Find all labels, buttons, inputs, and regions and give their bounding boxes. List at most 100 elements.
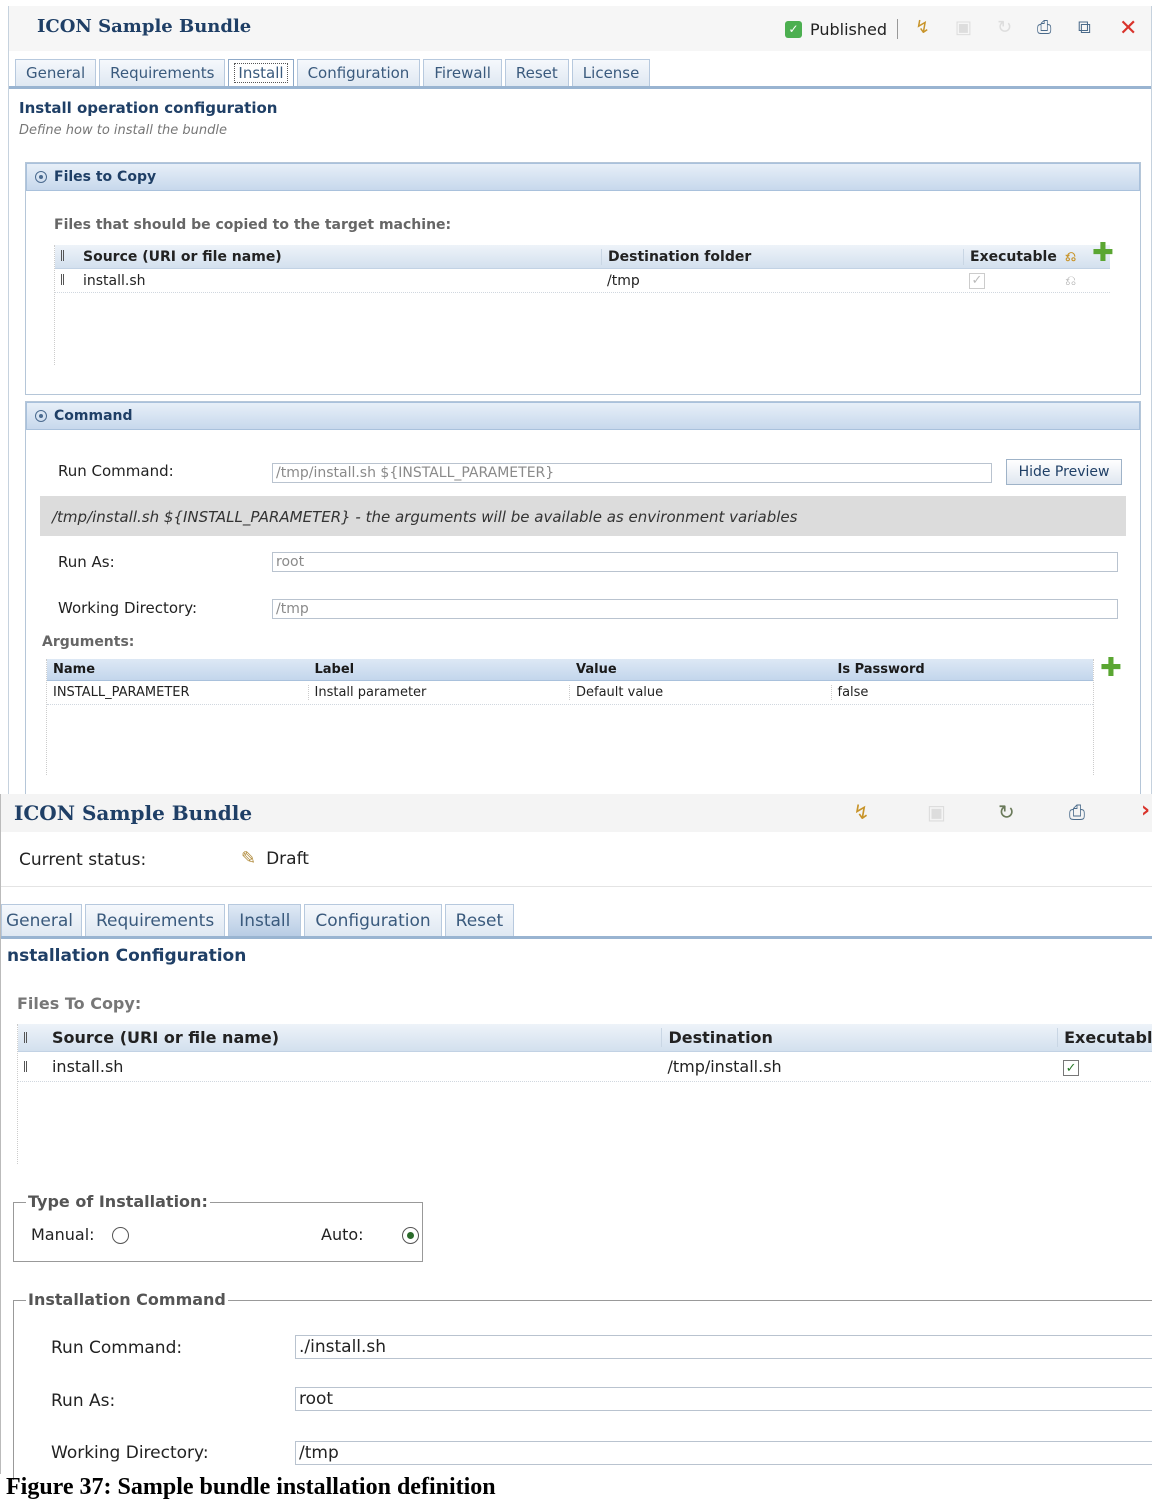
drag-handle-icon[interactable] — [24, 1061, 27, 1072]
command-preview: /tmp/install.sh ${INSTALL_PARAMETER} - t… — [40, 496, 1126, 536]
auto-radio[interactable] — [402, 1227, 420, 1244]
save-icon[interactable]: ▣ — [927, 800, 946, 824]
col-executable[interactable]: Executable — [1057, 1028, 1152, 1047]
top-tab-license[interactable]: License — [571, 59, 651, 86]
top-window: ICON Sample Bundle ✓ Published ↯ ▣ ↻ ⎙ ⧉… — [8, 6, 1152, 794]
remove-all-icon[interactable]: ⎌ — [1065, 249, 1076, 265]
bottom-tab-underline — [1, 936, 1152, 939]
top-section-title: Install operation configuration — [19, 99, 278, 117]
export-icon[interactable]: ⎙ — [1069, 800, 1085, 824]
arg-is-password: false — [837, 685, 869, 700]
bottom-tab-requirements[interactable]: Requirements — [85, 904, 226, 936]
drag-handle-icon[interactable] — [61, 273, 64, 285]
close-icon[interactable]: › — [1141, 798, 1150, 823]
manual-label: Manual: — [31, 1225, 95, 1244]
arg-name: INSTALL_PARAMETER — [47, 685, 309, 700]
add-file-icon[interactable]: ✚ — [1092, 240, 1114, 266]
status-separator — [1, 886, 1152, 887]
top-tab-firewall[interactable]: Firewall — [423, 59, 502, 86]
bottom-window: ICON Sample Bundle ↯ ▣ ↻ ⎙ › Current sta… — [0, 794, 1152, 1480]
current-status-label: Current status: — [19, 850, 147, 870]
type-legend: Type of Installation: — [26, 1192, 210, 1211]
bottom-tab-install[interactable]: Install — [228, 904, 302, 936]
col-destination[interactable]: Destination folder — [601, 248, 963, 265]
col-is-password[interactable]: Is Password — [832, 662, 1094, 677]
save-icon[interactable]: ▣ — [955, 17, 972, 38]
run-as-label: Run As: — [58, 553, 115, 571]
current-status: ✎ Draft — [241, 848, 309, 869]
file-row[interactable]: install.sh /tmp/install.sh ✓ — [18, 1052, 1152, 1082]
type-of-installation-fieldset: Type of Installation: Manual: Auto: — [13, 1192, 423, 1262]
top-tab-requirements[interactable]: Requirements — [99, 59, 226, 86]
redo-icon[interactable]: ↻ — [998, 800, 1015, 824]
installation-command-fieldset: Installation Command Run Command: ./inst… — [13, 1290, 1152, 1480]
command-panel-header[interactable]: Command — [26, 402, 1140, 430]
refresh-icon[interactable]: ↯ — [853, 800, 870, 824]
hide-preview-button[interactable]: Hide Preview — [1006, 459, 1122, 485]
redo-icon[interactable]: ↻ — [997, 17, 1012, 38]
manual-radio[interactable] — [112, 1227, 129, 1244]
executable-checkbox[interactable]: ✓ — [969, 272, 985, 289]
command-panel: Command Run Command: /tmp/install.sh ${I… — [25, 401, 1141, 794]
bottom-tab-configuration[interactable]: Configuration — [304, 904, 442, 936]
files-panel: Files to Copy Files that should be copie… — [25, 162, 1141, 395]
export-icon[interactable]: ⎙ — [1037, 17, 1051, 38]
file-row[interactable]: install.sh /tmp ✓ ⎌ — [55, 269, 1110, 293]
files-grid-header: Source (URI or file name) Destination fo… — [55, 245, 1110, 269]
close-icon[interactable]: ✕ — [1119, 16, 1137, 41]
col-source[interactable]: Source (URI or file name) — [46, 1028, 661, 1047]
top-tab-reset[interactable]: Reset — [504, 59, 569, 86]
files-grid: Source (URI or file name) Destination fo… — [54, 245, 1110, 365]
bottom-files-grid: Source (URI or file name) Destination Ex… — [17, 1024, 1152, 1164]
bottom-tab-general[interactable]: General — [1, 904, 82, 936]
working-dir-input[interactable]: /tmp — [272, 599, 1118, 619]
bottom-files-grid-header: Source (URI or file name) Destination Ex… — [18, 1024, 1152, 1052]
files-panel-header[interactable]: Files to Copy — [26, 163, 1140, 191]
published-label: Published — [810, 19, 888, 39]
col-label[interactable]: Label — [309, 662, 571, 677]
top-tab-underline — [9, 86, 1151, 89]
arguments-grid: Name Label Value Is Password INSTALL_PAR… — [46, 659, 1094, 775]
drag-handle-icon — [24, 1032, 27, 1043]
current-status-value: Draft — [266, 848, 309, 869]
run-as-label: Run As: — [51, 1391, 116, 1411]
top-tab-general[interactable]: General — [15, 59, 97, 86]
run-command-input[interactable]: ./install.sh — [295, 1335, 1152, 1359]
col-source[interactable]: Source (URI or file name) — [77, 249, 601, 265]
clone-icon[interactable]: ⧉ — [1078, 17, 1091, 38]
argument-row[interactable]: INSTALL_PARAMETER Install parameter Defa… — [47, 681, 1093, 705]
top-tab-configuration[interactable]: Configuration — [296, 59, 421, 86]
file-destination: /tmp/install.sh — [667, 1057, 782, 1076]
executable-checkbox[interactable]: ✓ — [1063, 1060, 1080, 1077]
file-source: install.sh — [83, 272, 146, 289]
file-source: install.sh — [51, 1057, 124, 1076]
auto-label: Auto: — [321, 1225, 364, 1244]
arguments-label: Arguments: — [42, 634, 135, 650]
working-dir-label: Working Directory: — [51, 1443, 209, 1463]
run-command-input[interactable]: /tmp/install.sh ${INSTALL_PARAMETER} — [272, 463, 992, 483]
remove-row-icon[interactable]: ⎌ — [1065, 273, 1076, 289]
col-executable[interactable]: Executable — [963, 248, 1059, 265]
col-destination[interactable]: Destination — [661, 1028, 1057, 1047]
refresh-icon[interactable]: ↯ — [915, 17, 930, 38]
drag-handle-icon — [61, 249, 64, 261]
run-as-input[interactable]: root — [295, 1387, 1152, 1411]
working-dir-input[interactable]: /tmp — [295, 1441, 1152, 1465]
run-as-input[interactable]: root — [272, 552, 1118, 572]
collapse-icon[interactable] — [35, 410, 47, 422]
add-argument-icon[interactable]: ✚ — [1100, 655, 1122, 681]
bottom-tab-reset[interactable]: Reset — [444, 904, 515, 936]
bottom-bundle-title: ICON Sample Bundle — [14, 801, 253, 825]
col-name[interactable]: Name — [47, 662, 309, 677]
collapse-icon[interactable] — [35, 171, 47, 183]
top-bundle-title: ICON Sample Bundle — [37, 16, 252, 37]
command-legend: Installation Command — [26, 1290, 228, 1309]
published-check-icon: ✓ — [785, 20, 802, 38]
files-to-copy-label: Files To Copy: — [17, 994, 142, 1013]
top-tab-install[interactable]: Install — [228, 59, 294, 86]
bottom-section-title: nstallation Configuration — [7, 946, 247, 966]
col-value[interactable]: Value — [570, 662, 832, 677]
bottom-header: ICON Sample Bundle ↯ ▣ ↻ ⎙ › — [1, 794, 1152, 832]
files-panel-title: Files to Copy — [54, 169, 157, 185]
arguments-grid-header: Name Label Value Is Password — [47, 659, 1093, 681]
